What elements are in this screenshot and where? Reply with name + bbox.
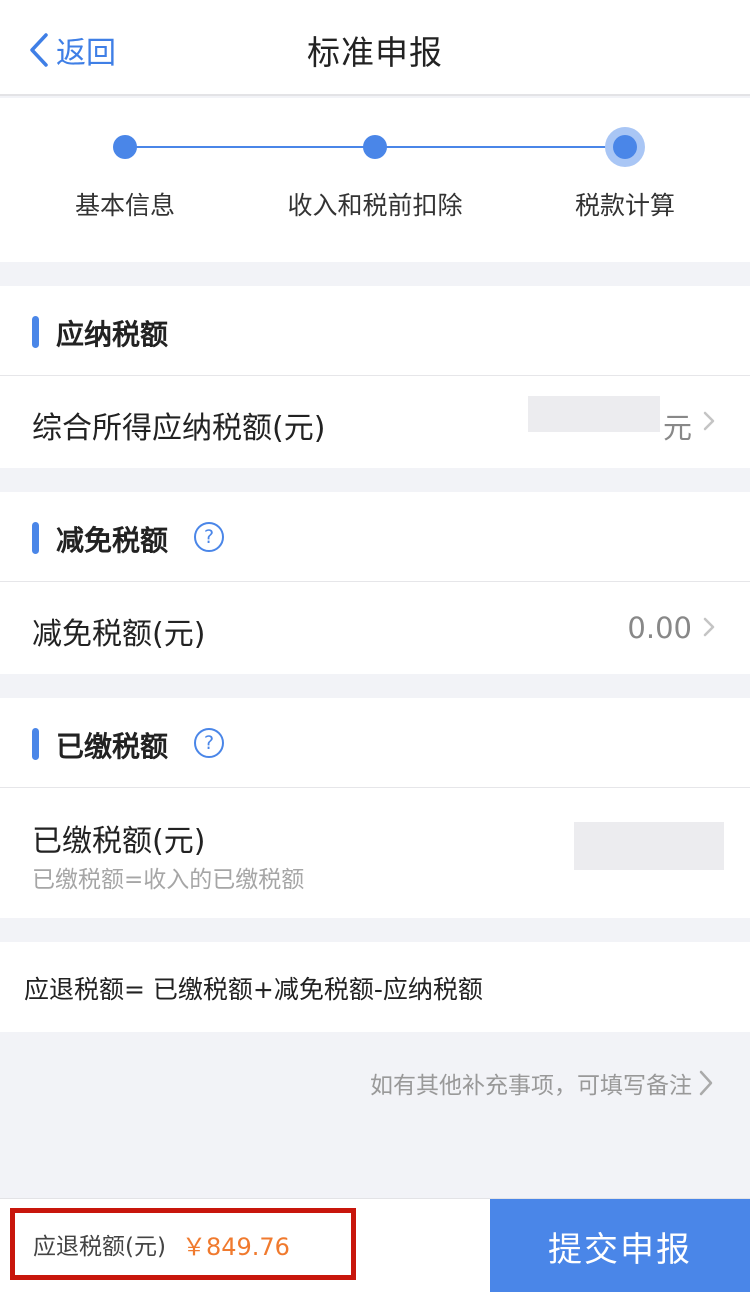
section-title: 减免税额: [56, 524, 169, 557]
remark-label: 如有其他补充事项，可填写备注: [370, 1073, 692, 1099]
chevron-right-icon: [699, 1070, 713, 1096]
section-accent-bar: [32, 728, 39, 760]
refund-summary: 应退税额(元) ￥849.76: [10, 1208, 356, 1280]
navigation-bar: 返回 标准申报: [0, 0, 750, 96]
taxable-amount-row[interactable]: 综合所得应纳税额(元) 元: [0, 376, 750, 468]
section-accent-bar: [32, 316, 39, 348]
redacted-value: [574, 822, 724, 870]
row-value: 0.00: [627, 611, 692, 645]
step-label-basic-info: 基本信息: [74, 191, 176, 220]
help-icon[interactable]: ?: [194, 728, 224, 758]
formula-card: 应退税额= 已缴税额+减免税额-应纳税额: [0, 942, 750, 1032]
reduction-section: 减免税额 ? 减免税额(元) 0.00: [0, 492, 750, 674]
section-header: 应纳税额: [0, 286, 750, 376]
step-label-income: 收入和税前扣除: [287, 191, 463, 220]
step-dot-tax-calc-active: [605, 127, 645, 167]
chevron-right-icon: [703, 411, 715, 431]
section-title: 已缴税额: [56, 730, 169, 763]
taxable-section: 应纳税额 综合所得应纳税额(元) 元: [0, 286, 750, 468]
section-header: 已缴税额 ?: [0, 698, 750, 788]
progress-stepper: 基本信息 收入和税前扣除 税款计算: [0, 98, 750, 262]
step-label-tax-calc: 税款计算: [574, 191, 676, 220]
row-value: 元: [662, 411, 692, 445]
step-connector: [125, 146, 375, 148]
reduction-amount-row[interactable]: 减免税额(元) 0.00: [0, 582, 750, 674]
paid-section: 已缴税额 ? 已缴税额(元) 已缴税额=收入的已缴税额: [0, 698, 750, 918]
refund-label: 应退税额(元): [33, 1234, 166, 1260]
redacted-value: [528, 396, 660, 432]
section-header: 减免税额 ?: [0, 492, 750, 582]
step-connector: [375, 146, 625, 148]
bottom-bar: 应退税额(元) ￥849.76 提交申报: [0, 1198, 750, 1292]
refund-formula: 应退税额= 已缴税额+减免税额-应纳税额: [24, 975, 483, 1004]
row-label: 已缴税额(元): [32, 824, 206, 859]
section-title: 应纳税额: [56, 318, 169, 351]
refund-amount: ￥849.76: [181, 1232, 290, 1261]
help-icon[interactable]: ?: [194, 522, 224, 552]
page-title: 标准申报: [307, 33, 443, 72]
step-dot-basic-info: [113, 135, 137, 159]
chevron-right-icon: [703, 617, 715, 637]
remark-link[interactable]: 如有其他补充事项，可填写备注: [370, 1066, 714, 1100]
row-label: 减免税额(元): [32, 617, 206, 652]
paid-amount-row[interactable]: 已缴税额(元) 已缴税额=收入的已缴税额: [0, 788, 750, 916]
row-description: 已缴税额=收入的已缴税额: [32, 867, 305, 893]
section-accent-bar: [32, 522, 39, 554]
row-label: 综合所得应纳税额(元): [32, 411, 326, 446]
step-dot-income: [363, 135, 387, 159]
submit-button[interactable]: 提交申报: [490, 1199, 750, 1292]
